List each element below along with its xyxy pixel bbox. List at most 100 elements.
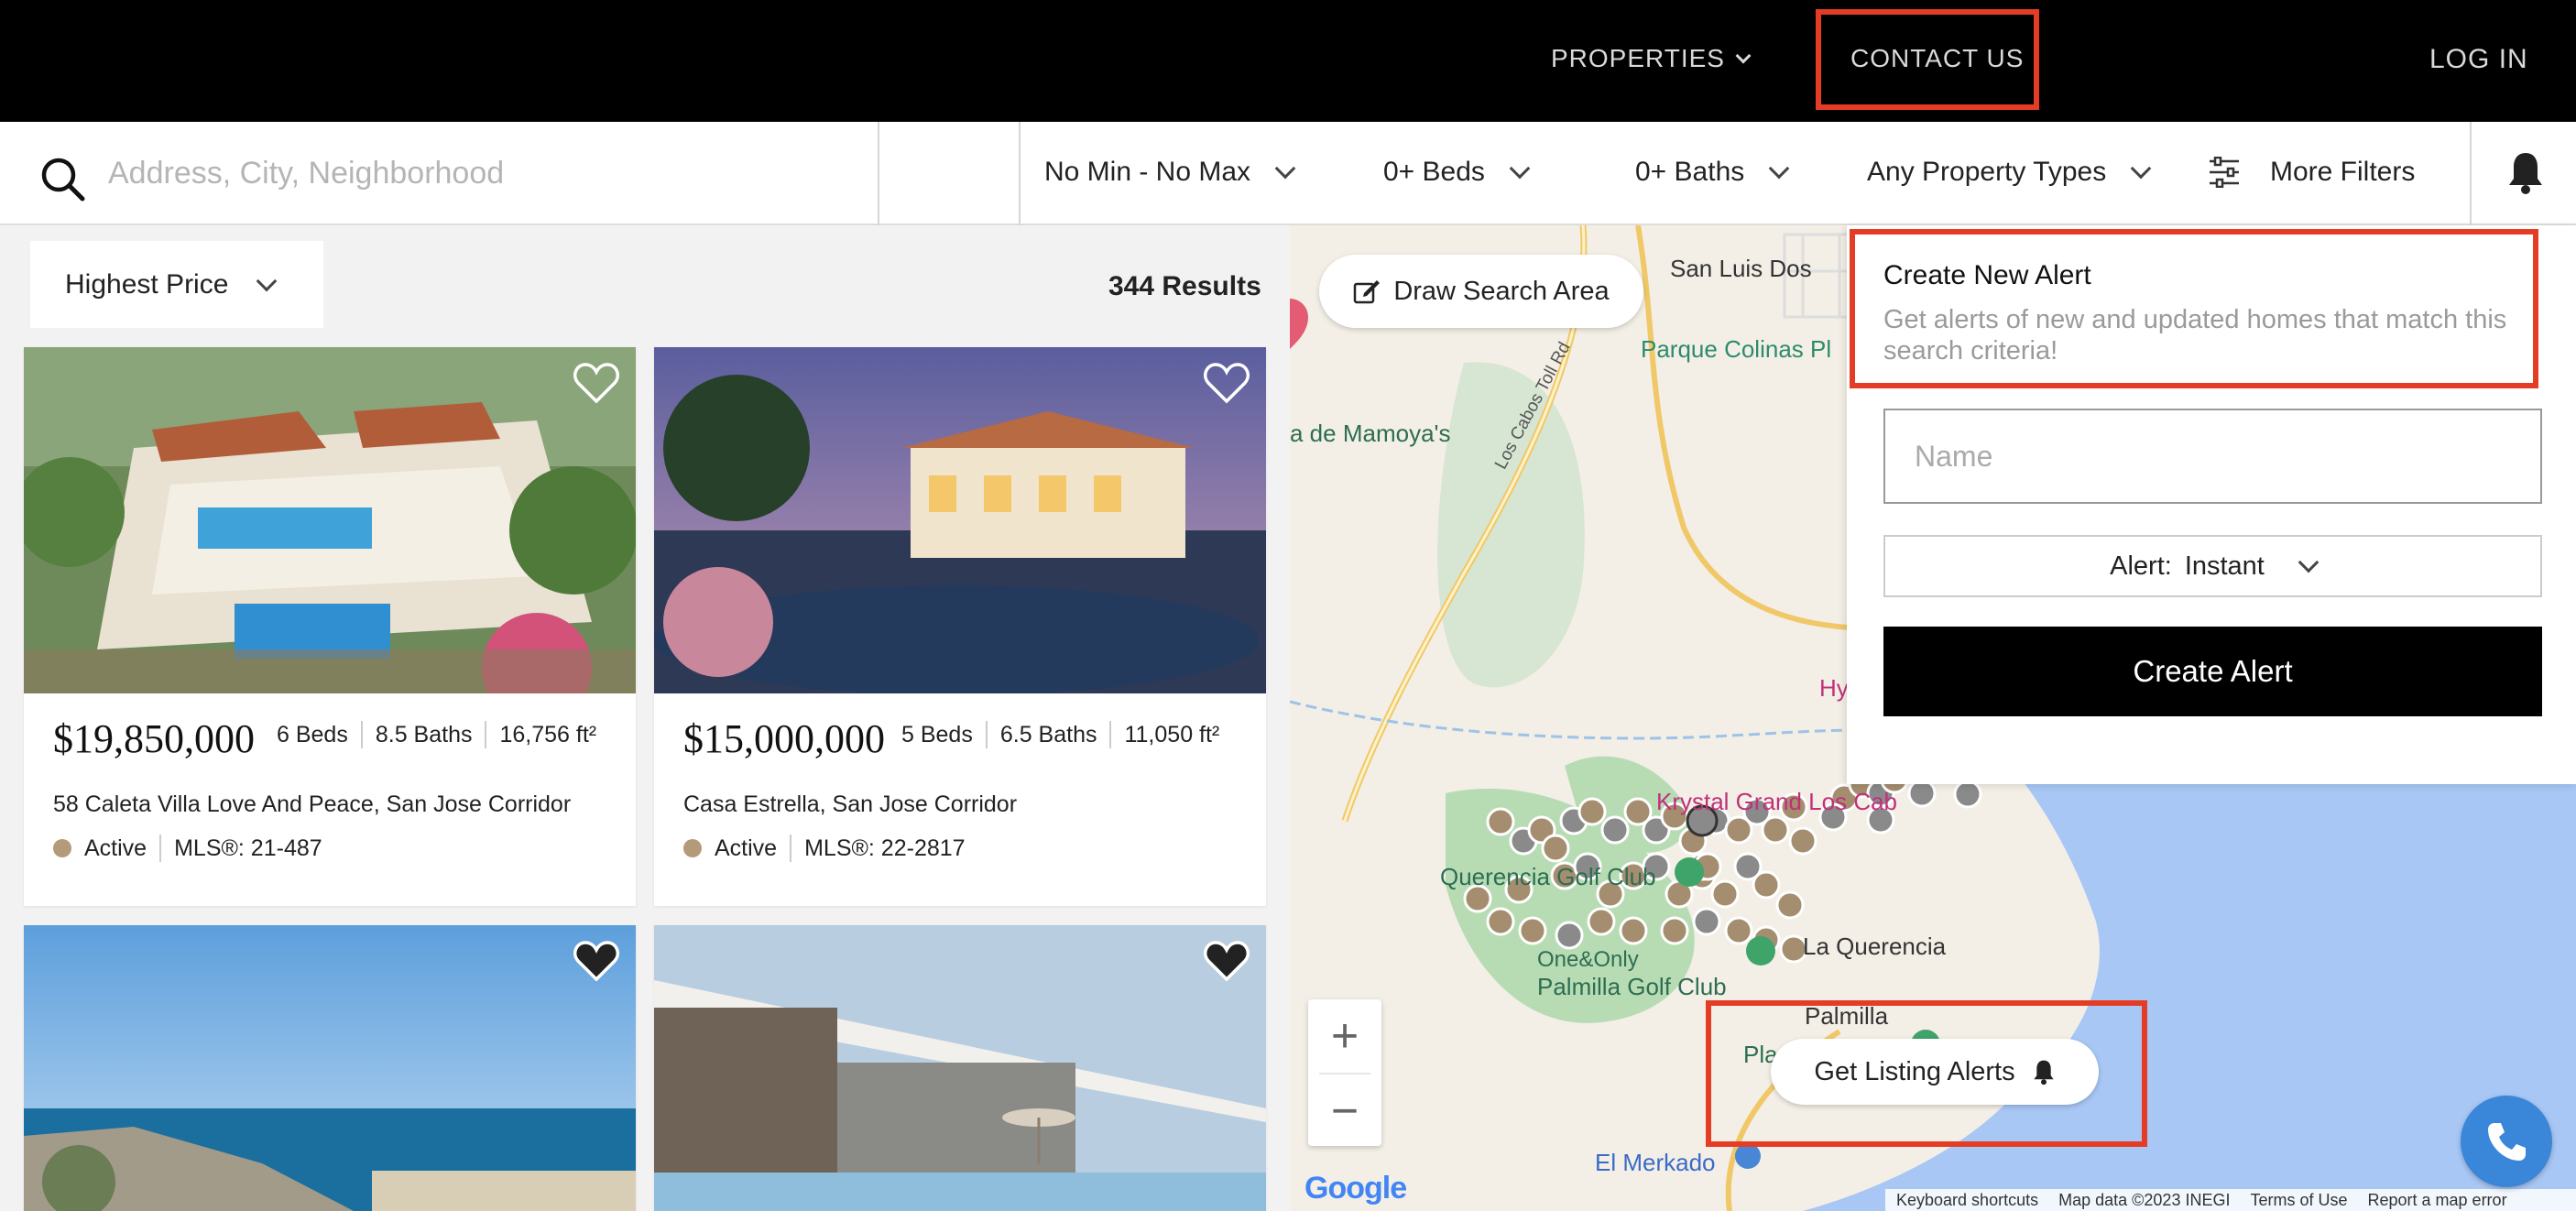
- listing-price: $19,850,000: [53, 716, 255, 761]
- listing-beds: 6 Beds: [277, 721, 348, 747]
- listing-address: 58 Caleta Villa Love And Peace, San Jose…: [53, 791, 572, 817]
- zoom-controls: + −: [1308, 999, 1381, 1146]
- modern-house-photo: [654, 925, 1266, 1211]
- keyboard-shortcuts-link[interactable]: Keyboard shortcuts: [1896, 1191, 2038, 1210]
- beds-filter-label: 0+ Beds: [1383, 157, 1485, 187]
- map-label: El Merkado: [1595, 1149, 1716, 1176]
- chevron-down-icon: [1768, 158, 1790, 180]
- alert-frequency-value: Instant: [2184, 551, 2265, 581]
- listing-specs: 6 Beds 8.5 Baths 16,756 ft²: [264, 721, 609, 748]
- heart-icon[interactable]: [1204, 362, 1250, 404]
- report-error-link[interactable]: Report a map error: [2368, 1191, 2507, 1210]
- chevron-down-icon: [2298, 551, 2319, 573]
- listing-card[interactable]: [24, 925, 636, 1211]
- beds-filter[interactable]: 0+ Beds: [1383, 157, 1531, 188]
- divider: [2470, 122, 2472, 225]
- listing-mls: MLS®: 21-487: [174, 835, 322, 861]
- search-input[interactable]: [108, 144, 859, 202]
- map-label: San Luis Dos: [1670, 255, 1812, 282]
- more-filters-label: More Filters: [2270, 157, 2416, 187]
- nav-contact-us[interactable]: CONTACT US: [1850, 44, 2024, 73]
- alert-frequency-label: Alert:: [2110, 551, 2172, 581]
- villa-photo: [24, 347, 636, 693]
- heart-icon[interactable]: [573, 362, 619, 404]
- results-count: 344 Results: [1108, 271, 1261, 301]
- property-type-filter[interactable]: Any Property Types: [1867, 157, 2152, 188]
- map-label: Palmilla Golf Club: [1537, 973, 1727, 1000]
- alert-description: Get alerts of new and updated homes that…: [1883, 305, 2507, 365]
- get-listing-alerts-label: Get Listing Alerts: [1814, 1056, 2015, 1086]
- nav-login[interactable]: LOG IN: [2429, 44, 2528, 75]
- map-label: La Querencia: [1803, 933, 1947, 960]
- map-label: One&Only: [1537, 947, 1639, 972]
- listing-photo[interactable]: [24, 347, 636, 693]
- status-dot: [683, 839, 702, 857]
- create-alert-button[interactable]: Create Alert: [1883, 627, 2542, 716]
- price-filter[interactable]: No Min - No Max: [1044, 157, 1296, 188]
- map-label: Querencia Golf Club: [1440, 863, 1656, 890]
- map-label: Parque Colinas Pl: [1641, 335, 1832, 363]
- zoom-out-button[interactable]: −: [1308, 1075, 1381, 1148]
- alert-frequency-dropdown[interactable]: Alert: Instant: [1883, 535, 2542, 597]
- map-footer: Keyboard shortcuts Map data ©2023 INEGI …: [1885, 1189, 2576, 1211]
- listing-photo[interactable]: [24, 925, 636, 1211]
- phone-icon: [2488, 1123, 2526, 1161]
- more-filters-button[interactable]: More Filters: [2208, 157, 2415, 188]
- google-logo-text: Google: [1304, 1171, 1407, 1206]
- divider: [159, 835, 162, 862]
- listing-card[interactable]: [654, 925, 1266, 1211]
- listing-status-row: Active MLS®: 21-487: [53, 835, 322, 862]
- baths-filter[interactable]: 0+ Baths: [1635, 157, 1790, 188]
- heart-icon[interactable]: [573, 940, 619, 982]
- price-filter-label: No Min - No Max: [1044, 157, 1251, 187]
- divider: [1019, 122, 1021, 225]
- draw-search-area-button[interactable]: Draw Search Area: [1319, 255, 1643, 328]
- top-navigation: PROPERTIES CONTACT US LOG IN: [0, 0, 2576, 122]
- bell-icon: [2033, 1060, 2054, 1086]
- nav-properties[interactable]: PROPERTIES: [1551, 44, 1752, 73]
- nav-contact-label: CONTACT US: [1850, 44, 2025, 72]
- listing-baths: 8.5 Baths: [375, 721, 473, 747]
- draw-search-area-label: Draw Search Area: [1393, 276, 1610, 306]
- listing-photo[interactable]: [654, 925, 1266, 1211]
- listing-specs: 5 Beds 6.5 Baths 11,050 ft²: [889, 721, 1232, 748]
- baths-filter-label: 0+ Baths: [1635, 157, 1745, 187]
- create-alert-panel: Create New Alert Get alerts of new and u…: [1847, 225, 2576, 784]
- terms-link[interactable]: Terms of Use: [2250, 1191, 2347, 1210]
- listing-address: Casa Estrella, San Jose Corridor: [683, 791, 1018, 817]
- listing-baths: 6.5 Baths: [999, 721, 1097, 747]
- listing-beds: 5 Beds: [901, 721, 973, 747]
- coast-photo: [24, 925, 636, 1211]
- listing-card[interactable]: $15,000,000 5 Beds 6.5 Baths 11,050 ft² …: [654, 347, 1266, 906]
- search-bar: No Min - No Max 0+ Beds 0+ Baths Any Pro…: [0, 122, 2576, 225]
- nav-login-label: LOG IN: [2429, 44, 2528, 74]
- zoom-in-button[interactable]: +: [1308, 999, 1381, 1073]
- chevron-down-icon: [1735, 48, 1752, 64]
- listing-card[interactable]: $19,850,000 6 Beds 8.5 Baths 16,756 ft² …: [24, 347, 636, 906]
- map-label: Krystal Grand Los Cab: [1656, 788, 1898, 815]
- listing-status: Active: [84, 835, 147, 861]
- villa-photo: [654, 347, 1266, 693]
- alert-name-input[interactable]: [1883, 409, 2542, 504]
- google-logo: Google: [1304, 1171, 1407, 1206]
- get-listing-alerts-button[interactable]: Get Listing Alerts: [1771, 1039, 2099, 1105]
- listing-mls: MLS®: 22-2817: [804, 835, 966, 861]
- listing-area: 16,756 ft²: [499, 721, 597, 747]
- chevron-down-icon: [257, 270, 278, 291]
- property-type-filter-label: Any Property Types: [1867, 157, 2107, 187]
- sliders-icon: [2210, 157, 2239, 188]
- status-dot: [53, 839, 71, 857]
- heart-icon[interactable]: [1204, 940, 1250, 982]
- divider: [790, 835, 792, 862]
- listing-photo[interactable]: [654, 347, 1266, 693]
- bell-icon[interactable]: [2505, 149, 2546, 195]
- phone-button[interactable]: [2461, 1096, 2552, 1187]
- listing-status-row: Active MLS®: 22-2817: [683, 835, 966, 862]
- chevron-down-icon: [2130, 158, 2152, 180]
- sort-dropdown[interactable]: Highest Price: [30, 241, 323, 328]
- divider: [878, 122, 879, 225]
- sort-label: Highest Price: [65, 268, 229, 300]
- listing-area: 11,050 ft²: [1124, 721, 1220, 747]
- chevron-down-icon: [1274, 158, 1296, 180]
- edit-icon: [1354, 280, 1381, 304]
